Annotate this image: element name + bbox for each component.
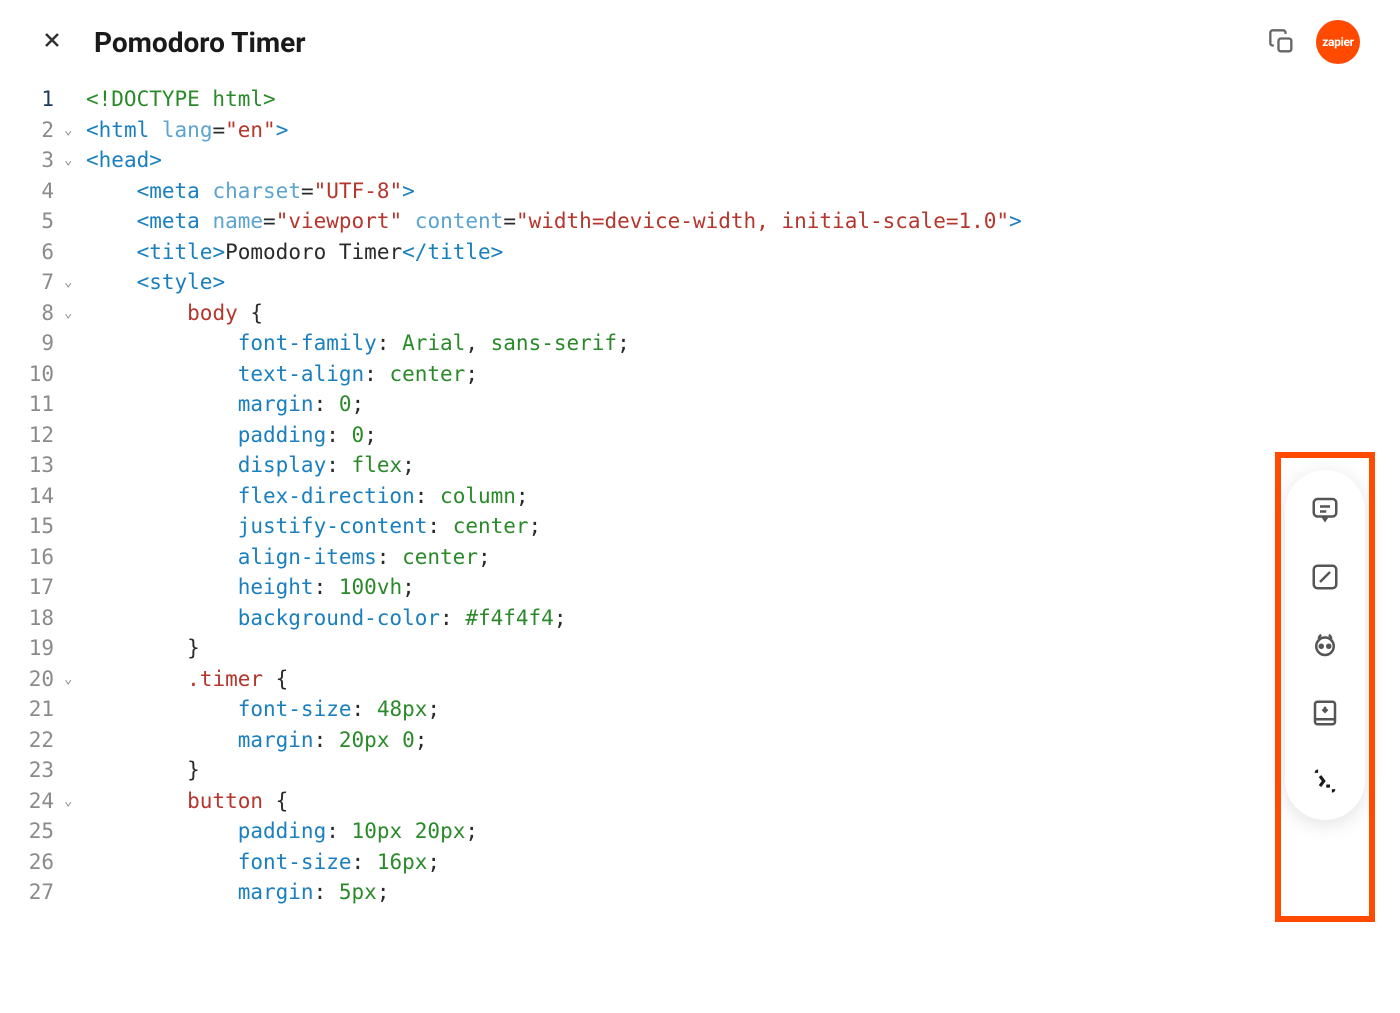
- code-line[interactable]: body {: [86, 298, 1022, 329]
- line-number: 21: [22, 694, 54, 725]
- line-number: 14: [22, 481, 54, 512]
- line-number: 18: [22, 603, 54, 634]
- fold-marker: [62, 816, 86, 847]
- code-line[interactable]: }: [86, 633, 1022, 664]
- fold-marker: [62, 572, 86, 603]
- code-line[interactable]: padding: 10px 20px;: [86, 816, 1022, 847]
- fold-marker: [62, 481, 86, 512]
- line-number: 15: [22, 511, 54, 542]
- side-toolbar: [1285, 470, 1365, 820]
- line-number: 17: [22, 572, 54, 603]
- zapier-logo[interactable]: zapier: [1316, 20, 1360, 64]
- code-line[interactable]: <style>: [86, 267, 1022, 298]
- code-line[interactable]: flex-direction: column;: [86, 481, 1022, 512]
- fold-marker: [62, 389, 86, 420]
- line-number: 27: [22, 877, 54, 908]
- fold-marker[interactable]: ⌄: [62, 786, 86, 817]
- copilot-icon[interactable]: [1310, 630, 1340, 660]
- code-content[interactable]: <!DOCTYPE html><html lang="en"><head> <m…: [86, 84, 1022, 908]
- line-number: 9: [22, 328, 54, 359]
- fold-marker[interactable]: ⌄: [62, 298, 86, 329]
- line-number: 23: [22, 755, 54, 786]
- code-line[interactable]: <!DOCTYPE html>: [86, 84, 1022, 115]
- fold-marker: [62, 847, 86, 878]
- code-line[interactable]: padding: 0;: [86, 420, 1022, 451]
- code-line[interactable]: justify-content: center;: [86, 511, 1022, 542]
- fold-marker[interactable]: ⌄: [62, 267, 86, 298]
- code-line[interactable]: .timer {: [86, 664, 1022, 695]
- header-actions: zapier: [1268, 20, 1360, 64]
- comment-icon[interactable]: [1310, 494, 1340, 524]
- code-line[interactable]: font-family: Arial, sans-serif;: [86, 328, 1022, 359]
- code-line[interactable]: margin: 0;: [86, 389, 1022, 420]
- fold-marker: [62, 542, 86, 573]
- line-number: 12: [22, 420, 54, 451]
- fold-marker: [62, 206, 86, 237]
- code-line[interactable]: <html lang="en">: [86, 115, 1022, 146]
- line-number: 22: [22, 725, 54, 756]
- line-number: 1: [22, 84, 54, 115]
- line-number: 25: [22, 816, 54, 847]
- close-button[interactable]: [40, 28, 64, 57]
- code-line[interactable]: <title>Pomodoro Timer</title>: [86, 237, 1022, 268]
- line-number: 20: [22, 664, 54, 695]
- line-number: 13: [22, 450, 54, 481]
- line-number: 2: [22, 115, 54, 146]
- code-line[interactable]: <head>: [86, 145, 1022, 176]
- code-line[interactable]: align-items: center;: [86, 542, 1022, 573]
- code-line[interactable]: text-align: center;: [86, 359, 1022, 390]
- code-line[interactable]: }: [86, 755, 1022, 786]
- line-number: 10: [22, 359, 54, 390]
- line-number: 26: [22, 847, 54, 878]
- fold-marker: [62, 633, 86, 664]
- line-number: 24: [22, 786, 54, 817]
- fold-marker: [62, 511, 86, 542]
- line-number: 16: [22, 542, 54, 573]
- line-number: 8: [22, 298, 54, 329]
- header: Pomodoro Timer zapier: [0, 0, 1400, 84]
- fold-marker[interactable]: ⌄: [62, 115, 86, 146]
- page-title: Pomodoro Timer: [94, 26, 306, 59]
- code-line[interactable]: display: flex;: [86, 450, 1022, 481]
- book-icon[interactable]: [1310, 698, 1340, 728]
- line-number: 3: [22, 145, 54, 176]
- code-line[interactable]: height: 100vh;: [86, 572, 1022, 603]
- line-number: 11: [22, 389, 54, 420]
- code-line[interactable]: <meta charset="UTF-8">: [86, 176, 1022, 207]
- fold-marker: [62, 84, 86, 115]
- edit-icon[interactable]: [1310, 562, 1340, 592]
- fold-marker[interactable]: ⌄: [62, 664, 86, 695]
- code-line[interactable]: font-size: 16px;: [86, 847, 1022, 878]
- line-number: 19: [22, 633, 54, 664]
- code-line[interactable]: font-size: 48px;: [86, 694, 1022, 725]
- copy-icon[interactable]: [1268, 28, 1296, 56]
- code-line[interactable]: margin: 5px;: [86, 877, 1022, 908]
- line-number-gutter: 1234567891011121314151617181920212223242…: [22, 84, 62, 908]
- terminal-icon[interactable]: [1310, 766, 1340, 796]
- line-number: 7: [22, 267, 54, 298]
- fold-marker: [62, 420, 86, 451]
- fold-marker: [62, 328, 86, 359]
- code-line[interactable]: <meta name="viewport" content="width=dev…: [86, 206, 1022, 237]
- code-line[interactable]: background-color: #f4f4f4;: [86, 603, 1022, 634]
- code-line[interactable]: button {: [86, 786, 1022, 817]
- fold-marker: [62, 237, 86, 268]
- fold-gutter: ⌄⌄⌄⌄⌄⌄: [62, 84, 86, 908]
- fold-marker: [62, 603, 86, 634]
- fold-marker[interactable]: ⌄: [62, 145, 86, 176]
- fold-marker: [62, 176, 86, 207]
- line-number: 5: [22, 206, 54, 237]
- fold-marker: [62, 694, 86, 725]
- fold-marker: [62, 755, 86, 786]
- fold-marker: [62, 359, 86, 390]
- fold-marker: [62, 450, 86, 481]
- code-editor[interactable]: 1234567891011121314151617181920212223242…: [0, 84, 1400, 908]
- line-number: 4: [22, 176, 54, 207]
- fold-marker: [62, 877, 86, 908]
- line-number: 6: [22, 237, 54, 268]
- fold-marker: [62, 725, 86, 756]
- code-line[interactable]: margin: 20px 0;: [86, 725, 1022, 756]
